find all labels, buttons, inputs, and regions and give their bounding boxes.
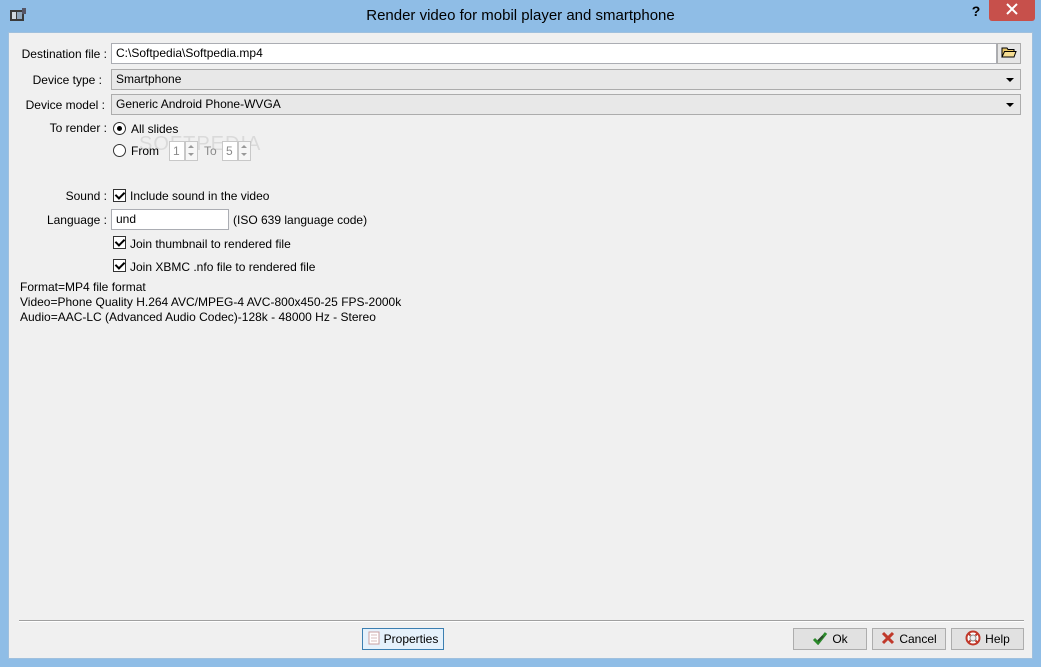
ok-button[interactable]: Ok	[793, 628, 867, 650]
from-slide-stepper[interactable]	[185, 141, 198, 161]
join-xbmc-label[interactable]: Join XBMC .nfo file to rendered file	[130, 260, 315, 274]
video-info: Video=Phone Quality H.264 AVC/MPEG-4 AVC…	[20, 295, 402, 309]
to-slide-stepper[interactable]	[238, 141, 251, 161]
device-type-select[interactable]: Smartphone	[111, 69, 1021, 90]
include-sound-label[interactable]: Include sound in the video	[130, 189, 269, 203]
help-lifebuoy-icon	[965, 630, 981, 649]
help-button[interactable]: Help	[951, 628, 1024, 650]
dialog-body: SOFTPEDIA Destination file : C:\Softpedi…	[8, 32, 1033, 659]
open-folder-icon	[1001, 46, 1017, 62]
button-separator	[19, 620, 1024, 622]
close-icon	[1006, 3, 1018, 18]
audio-info: Audio=AAC-LC (Advanced Audio Codec)-128k…	[20, 310, 376, 324]
to-render-label: To render :	[49, 121, 107, 135]
ok-check-icon	[812, 631, 828, 648]
device-model-select[interactable]: Generic Android Phone-WVGA	[111, 94, 1021, 115]
close-button[interactable]	[989, 0, 1035, 21]
cancel-button-label: Cancel	[899, 632, 937, 646]
title-bar[interactable]: Render video for mobil player and smartp…	[0, 0, 1041, 32]
device-model-value: Generic Android Phone-WVGA	[116, 97, 281, 111]
browse-folder-button[interactable]	[997, 43, 1021, 64]
from-slide-input[interactable]: 1	[169, 141, 185, 161]
window-title: Render video for mobil player and smartp…	[366, 7, 675, 24]
device-model-label: Device model :	[25, 98, 105, 112]
cancel-button[interactable]: Cancel	[872, 628, 946, 650]
chevron-down-icon	[1006, 103, 1014, 107]
properties-icon	[368, 631, 380, 648]
all-slides-radio[interactable]	[113, 122, 126, 135]
from-label[interactable]: From	[131, 144, 159, 158]
dialog-window: Render video for mobil player and smartp…	[0, 0, 1041, 667]
language-label: Language :	[46, 213, 107, 227]
cancel-x-icon	[881, 631, 895, 648]
join-thumbnail-label[interactable]: Join thumbnail to rendered file	[130, 237, 291, 251]
chevron-down-icon	[1006, 78, 1014, 82]
to-slide-input[interactable]: 5	[222, 141, 238, 161]
properties-button[interactable]: Properties	[362, 628, 444, 650]
device-type-label: Device type :	[32, 73, 102, 87]
include-sound-checkbox[interactable]	[113, 189, 126, 202]
device-type-value: Smartphone	[116, 72, 182, 86]
sound-label: Sound :	[65, 189, 107, 203]
destination-file-label: Destination file :	[21, 47, 107, 61]
format-info: Format=MP4 file format	[20, 280, 146, 294]
help-question-icon[interactable]: ?	[968, 3, 984, 21]
language-input[interactable]: und	[111, 209, 229, 230]
properties-button-label: Properties	[383, 632, 439, 646]
all-slides-label[interactable]: All slides	[131, 122, 178, 136]
join-xbmc-checkbox[interactable]	[113, 259, 126, 272]
destination-file-input[interactable]: C:\Softpedia\Softpedia.mp4	[111, 43, 997, 64]
to-label: To	[204, 144, 217, 158]
join-thumbnail-checkbox[interactable]	[113, 236, 126, 249]
language-hint: (ISO 639 language code)	[233, 213, 368, 227]
from-range-radio[interactable]	[113, 144, 126, 157]
help-button-label: Help	[985, 632, 1010, 646]
ok-button-label: Ok	[832, 632, 848, 646]
